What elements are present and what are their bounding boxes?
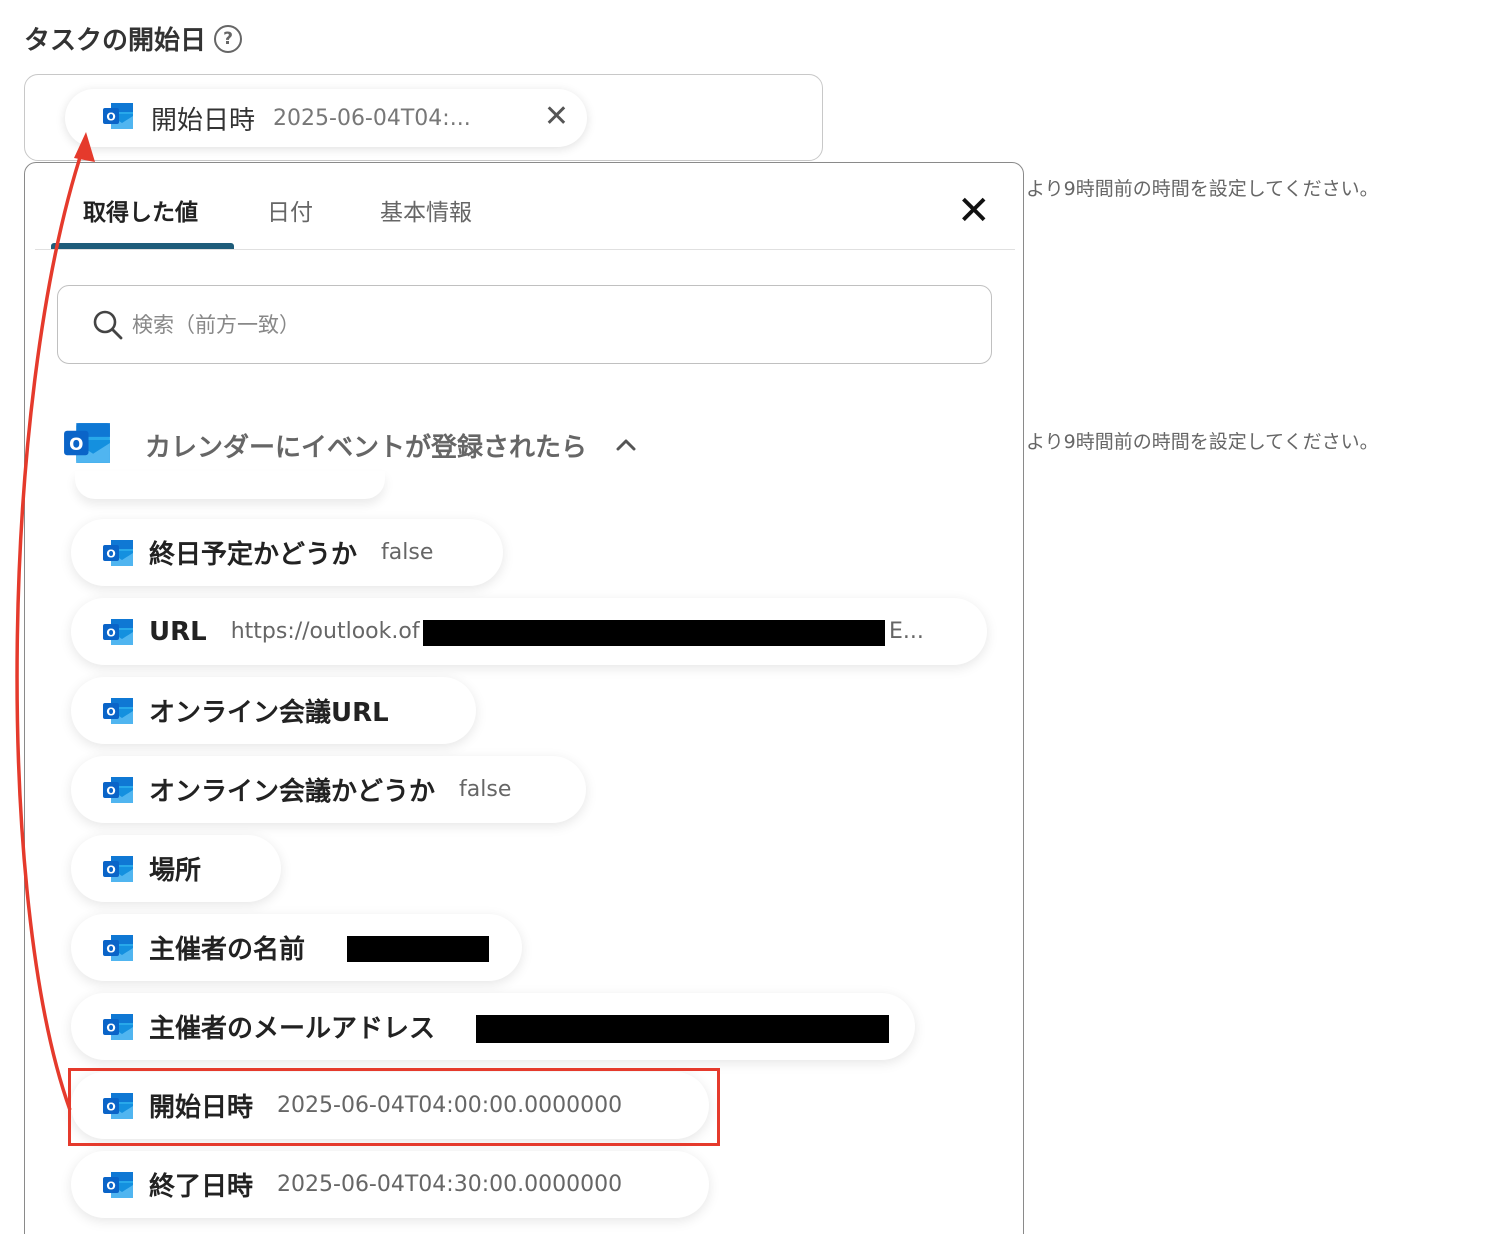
outlook-icon: O bbox=[101, 773, 135, 807]
item-value: 2025-06-04T04:30:00.0000000 bbox=[277, 1172, 623, 1197]
item-value: https://outlook.of bbox=[230, 619, 420, 644]
item-label: 主催者の名前 bbox=[149, 935, 306, 965]
outlook-icon: O bbox=[101, 99, 135, 137]
outlook-icon: O bbox=[101, 1168, 135, 1202]
svg-text:O: O bbox=[106, 705, 115, 718]
chip-label: 開始日時 bbox=[151, 105, 256, 136]
item-label: オンライン会議かどうか bbox=[149, 777, 436, 807]
outlook-icon: O bbox=[101, 852, 135, 886]
field-label-text: タスクの開始日 bbox=[24, 26, 207, 56]
item-label: 場所 bbox=[149, 856, 202, 886]
scrolled-item-edge bbox=[75, 471, 385, 499]
search-icon bbox=[92, 309, 124, 341]
chevron-up-icon[interactable] bbox=[615, 434, 637, 456]
highlight-box bbox=[68, 1068, 720, 1146]
field-label: タスクの開始日 ? bbox=[24, 20, 243, 57]
outlook-icon: O bbox=[101, 536, 135, 570]
background-hint-text: より9時間前の時間を設定してください。 bbox=[1026, 178, 1379, 200]
help-icon[interactable]: ? bbox=[214, 24, 243, 53]
section-title: カレンダーにイベントが登録されたら bbox=[145, 432, 588, 463]
redacted-block bbox=[423, 620, 885, 646]
selected-value-field[interactable]: O 開始日時 2025-06-04T04:... ✕ bbox=[24, 74, 823, 161]
tab-divider bbox=[35, 249, 1015, 250]
item-value-tail: E... bbox=[889, 619, 924, 644]
close-panel-icon[interactable]: ✕ bbox=[957, 189, 991, 233]
outlook-icon: O bbox=[101, 694, 135, 728]
item-value: false bbox=[459, 777, 512, 802]
list-item[interactable]: O 主催者のメールアドレス bbox=[71, 993, 915, 1060]
list-item[interactable]: O 終日予定かどうか false bbox=[71, 519, 503, 586]
item-label: 終了日時 bbox=[149, 1172, 254, 1202]
svg-text:O: O bbox=[106, 547, 115, 560]
svg-text:O: O bbox=[106, 942, 115, 955]
section-header[interactable]: O カレンダーにイベントが登録されたら bbox=[61, 417, 637, 473]
chip-remove-icon[interactable]: ✕ bbox=[544, 101, 569, 133]
tab-date[interactable]: 日付 bbox=[267, 193, 313, 227]
list-item[interactable]: O 終了日時 2025-06-04T04:30:00.0000000 bbox=[71, 1151, 709, 1218]
outlook-icon: O bbox=[101, 931, 135, 965]
item-label: オンライン会議URL bbox=[149, 698, 389, 728]
outlook-icon: O bbox=[101, 1010, 135, 1044]
redacted-block bbox=[476, 1015, 889, 1043]
search-box[interactable] bbox=[57, 285, 992, 364]
svg-text:O: O bbox=[106, 1179, 115, 1192]
outlook-icon: O bbox=[101, 615, 135, 649]
svg-text:O: O bbox=[69, 434, 83, 454]
list-item[interactable]: O オンライン会議URL bbox=[71, 677, 476, 744]
list-item[interactable]: O オンライン会議かどうか false bbox=[71, 756, 586, 823]
svg-text:O: O bbox=[106, 111, 115, 124]
outlook-icon: O bbox=[61, 417, 113, 473]
selected-value-chip[interactable]: O 開始日時 2025-06-04T04:... ✕ bbox=[65, 89, 587, 147]
tab-acquired-values[interactable]: 取得した値 bbox=[83, 193, 198, 227]
svg-text:O: O bbox=[106, 1021, 115, 1034]
background-hint-text: より9時間前の時間を設定してください。 bbox=[1026, 431, 1379, 453]
svg-text:O: O bbox=[106, 784, 115, 797]
search-input[interactable] bbox=[132, 312, 932, 337]
chip-value: 2025-06-04T04:... bbox=[273, 105, 471, 131]
list-item[interactable]: O 主催者の名前 bbox=[71, 914, 522, 981]
item-label: 主催者のメールアドレス bbox=[149, 1014, 436, 1044]
item-label: URL bbox=[149, 616, 207, 647]
item-label: 終日予定かどうか bbox=[149, 540, 358, 570]
redacted-block bbox=[347, 936, 489, 962]
svg-text:O: O bbox=[106, 863, 115, 876]
list-item[interactable]: O 場所 bbox=[71, 835, 281, 902]
item-value: false bbox=[381, 540, 434, 565]
tab-basic-info[interactable]: 基本情報 bbox=[380, 193, 472, 227]
list-item[interactable]: O URL https://outlook.of E... bbox=[71, 598, 987, 665]
svg-text:O: O bbox=[106, 626, 115, 639]
